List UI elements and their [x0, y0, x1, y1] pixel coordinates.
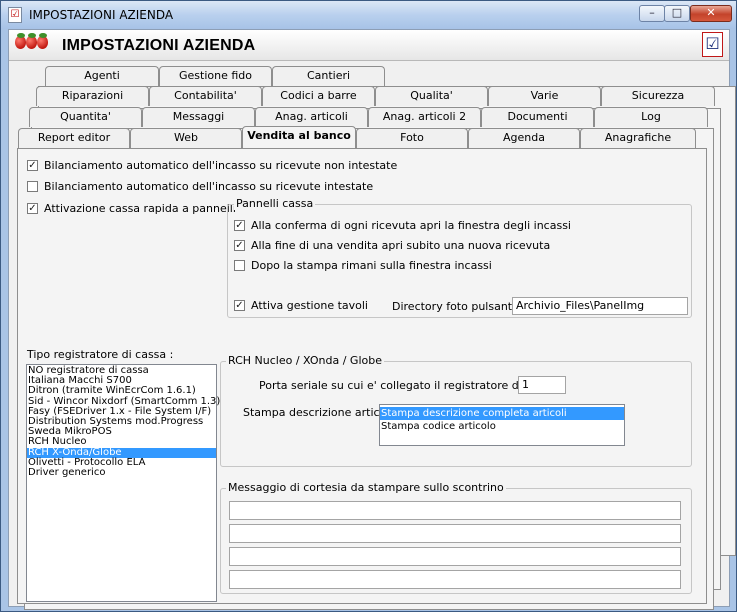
- tab-report-editor[interactable]: Report editor: [18, 128, 130, 148]
- directory-label: Directory foto pulsanti :: [392, 300, 523, 313]
- list-item-selected[interactable]: Stampa descrizione completa articoli: [380, 407, 624, 420]
- minimize-button[interactable]: –: [639, 5, 665, 22]
- list-item[interactable]: Driver generico: [27, 467, 216, 478]
- title-bar[interactable]: ☑ IMPOSTAZIONI AZIENDA – □ ✕: [1, 1, 736, 29]
- tab-contabilita[interactable]: Contabilita': [149, 86, 262, 106]
- checkbox-dopo-stampa[interactable]: Dopo la stampa rimani sulla finestra inc…: [234, 259, 492, 272]
- page-title: IMPOSTAZIONI AZIENDA: [62, 37, 256, 54]
- checkbox-bilanciamento-non-intestate[interactable]: ✓ Bilanciamento automatico dell'incasso …: [27, 159, 397, 172]
- checklist-icon: ☑: [702, 32, 723, 57]
- checkbox-label: Bilanciamento automatico dell'incasso su…: [44, 180, 374, 193]
- checkbox-label: Dopo la stampa rimani sulla finestra inc…: [251, 259, 492, 272]
- checkbox-box[interactable]: ✓: [27, 160, 38, 171]
- main-window: ☑ IMPOSTAZIONI AZIENDA – □ ✕ IMPOSTAZION…: [0, 0, 737, 612]
- tab-documenti[interactable]: Documenti: [481, 107, 594, 127]
- registratore-label: Tipo registratore di cassa :: [27, 348, 174, 361]
- checkbox-box[interactable]: ✓: [27, 203, 38, 214]
- checkbox-box[interactable]: [27, 181, 38, 192]
- group-title: Pannelli cassa: [234, 197, 316, 210]
- checkbox-label: Alla conferma di ogni ricevuta apri la f…: [251, 219, 571, 232]
- tab-panel-vendita-al-banco: ✓ Bilanciamento automatico dell'incasso …: [17, 148, 707, 604]
- tab-vendita-al-banco[interactable]: Vendita al banco: [242, 126, 356, 148]
- list-item[interactable]: RCH Nucleo: [27, 437, 216, 447]
- checkbox-label: Alla fine di una vendita apri subito una…: [251, 239, 551, 252]
- tab-messaggi[interactable]: Messaggi: [142, 107, 255, 127]
- checkbox-label: Attivazione cassa rapida a pannelli: [44, 202, 236, 215]
- messaggio-line-1[interactable]: [229, 501, 681, 520]
- tab-log[interactable]: Log: [594, 107, 708, 127]
- checkbox-fine-vendita[interactable]: ✓ Alla fine di una vendita apri subito u…: [234, 239, 550, 252]
- checkbox-conferma-ricevuta[interactable]: ✓ Alla conferma di ogni ricevuta apri la…: [234, 219, 571, 232]
- list-item[interactable]: Stampa codice articolo: [380, 420, 624, 433]
- checkbox-label: Bilanciamento automatico dell'incasso su…: [44, 159, 398, 172]
- tab-foto[interactable]: Foto: [356, 128, 468, 148]
- group-pannelli-cassa: Pannelli cassa ✓ Alla conferma di ogni r…: [227, 197, 692, 318]
- directory-input[interactable]: Archivio_Files\PanelImg: [512, 297, 688, 315]
- checkbox-box[interactable]: ✓: [234, 300, 245, 311]
- close-button[interactable]: ✕: [690, 5, 732, 22]
- tab-anag-articoli-2[interactable]: Anag. articoli 2: [368, 107, 481, 127]
- tab-anagrafiche[interactable]: Anagrafiche: [580, 128, 696, 148]
- tab-sicurezza[interactable]: Sicurezza: [601, 86, 715, 106]
- tab-agenti[interactable]: Agenti: [45, 66, 159, 86]
- tab-agenda[interactable]: Agenda: [468, 128, 580, 148]
- app-icon: ☑: [8, 7, 22, 23]
- checkbox-bilanciamento-intestate[interactable]: Bilanciamento automatico dell'incasso su…: [27, 180, 373, 193]
- stampa-descrizione-label: Stampa descrizione articoli :: [243, 406, 400, 419]
- messaggio-line-3[interactable]: [229, 547, 681, 566]
- tab-cantieri[interactable]: Cantieri: [272, 66, 385, 86]
- group-title: RCH Nucleo / XOnda / Globe: [226, 354, 384, 367]
- tab-riparazioni[interactable]: Riparazioni: [36, 86, 149, 106]
- tab-qualita[interactable]: Qualita': [375, 86, 488, 106]
- tab-varie[interactable]: Varie: [488, 86, 601, 106]
- tab-gestione-fido[interactable]: Gestione fido: [159, 66, 272, 86]
- checkbox-box[interactable]: [234, 260, 245, 271]
- stampa-descrizione-listbox[interactable]: Stampa descrizione completa articoli Sta…: [379, 404, 625, 446]
- messaggio-line-4[interactable]: [229, 570, 681, 589]
- tab-anag-articoli[interactable]: Anag. articoli: [255, 107, 368, 127]
- group-rch: RCH Nucleo / XOnda / Globe Porta seriale…: [220, 354, 692, 467]
- client-area: IMPOSTAZIONI AZIENDA ☑ Agenti Gestione f…: [8, 29, 736, 610]
- group-messaggio-cortesia: Messaggio di cortesia da stampare sullo …: [220, 481, 692, 594]
- checkbox-label: Attiva gestione tavoli: [251, 299, 368, 312]
- checkbox-box[interactable]: ✓: [234, 220, 245, 231]
- checkbox-gestione-tavoli[interactable]: ✓ Attiva gestione tavoli: [234, 299, 368, 312]
- registratore-listbox[interactable]: NO registratore di cassa Italiana Macchi…: [26, 364, 220, 602]
- maximize-button[interactable]: □: [664, 5, 690, 22]
- porta-seriale-input[interactable]: 1: [518, 376, 566, 394]
- tab-web[interactable]: Web: [130, 128, 242, 148]
- window-title: IMPOSTAZIONI AZIENDA: [29, 8, 174, 22]
- checkbox-cassa-rapida[interactable]: ✓ Attivazione cassa rapida a pannelli: [27, 202, 236, 215]
- messaggio-line-2[interactable]: [229, 524, 681, 543]
- checkbox-box[interactable]: ✓: [234, 240, 245, 251]
- group-title: Messaggio di cortesia da stampare sullo …: [226, 481, 506, 494]
- tab-codici-a-barre[interactable]: Codici a barre: [262, 86, 375, 106]
- app-header: IMPOSTAZIONI AZIENDA ☑: [9, 30, 729, 61]
- tab-quantita[interactable]: Quantita': [29, 107, 142, 127]
